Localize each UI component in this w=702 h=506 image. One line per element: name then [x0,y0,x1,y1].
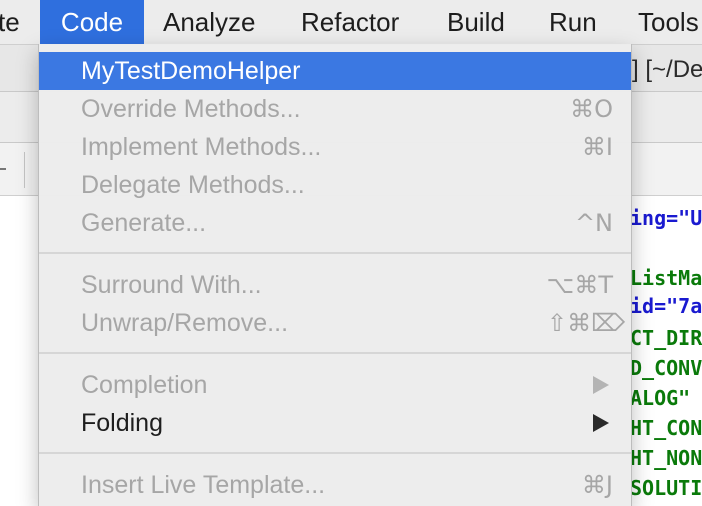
shortcut-label: ^N [574,209,613,237]
menu-item-override-methods[interactable]: Override Methods... ⌘O [39,90,631,128]
code-line: ListMa [630,266,702,290]
menu-item-folding[interactable]: Folding [39,404,631,442]
menu-separator [39,452,631,454]
shortcut-label: ⇧⌘⌦ [546,309,625,337]
code-line: D_CONV [630,356,702,380]
code-line: HT_NON [630,446,702,470]
project-path: ] [~/De [632,56,702,83]
menu-bar: te Code Analyze Refactor Build Run Tools [0,0,702,45]
menu-code[interactable]: Code [40,0,144,44]
menu-item-label: Delegate Methods... [81,171,305,199]
code-line: HT_CON [630,416,702,440]
shortcut-label: ⌥⌘T [546,271,613,299]
menu-item-label: MyTestDemoHelper [81,57,301,85]
code-line: ing="U [630,206,702,230]
submenu-arrow-icon [593,376,609,394]
menu-item-label: Folding [81,409,163,437]
menu-tile[interactable]: te [0,0,32,44]
toolbar-separator [24,152,25,188]
code-line: ALOG" [630,386,691,410]
menu-item-insert-live-template[interactable]: Insert Live Template... ⌘J [39,466,631,504]
menu-item-implement-methods[interactable]: Implement Methods... ⌘I [39,128,631,166]
menu-refactor[interactable]: Refactor [301,0,399,44]
menu-item-unwrap-remove[interactable]: Unwrap/Remove... ⇧⌘⌦ [39,304,631,342]
menu-item-label: Implement Methods... [81,133,322,161]
menu-item-label: Completion [81,371,208,399]
menu-item-completion[interactable]: Completion [39,366,631,404]
menu-item-label: Insert Live Template... [81,471,326,499]
code-line: CT_DIR [630,326,702,350]
shortcut-label: ⌘O [570,95,613,123]
menu-run[interactable]: Run [549,0,597,44]
shortcut-label: ⌘I [581,133,613,161]
code-editor[interactable]: ing="U ListMa id="7a CT_DIR D_CONV ALOG"… [630,196,702,506]
menu-separator [39,352,631,354]
menu-item-delegate-methods[interactable]: Delegate Methods... [39,166,631,204]
menu-separator [39,252,631,254]
minus-icon[interactable] [0,168,6,170]
code-line: SOLUTI [630,476,702,500]
menu-item-label: Generate... [81,209,207,237]
menu-item-label: Surround With... [81,271,262,299]
menu-item-label: Unwrap/Remove... [81,309,289,337]
submenu-arrow-icon [593,414,609,432]
menu-item-mytestdemohelper[interactable]: MyTestDemoHelper [39,52,631,90]
code-menu-dropdown: MyTestDemoHelper Override Methods... ⌘O … [38,44,632,506]
menu-analyze[interactable]: Analyze [163,0,256,44]
code-line: id="7a [630,294,702,318]
menu-item-surround-with[interactable]: Surround With... ⌥⌘T [39,266,631,304]
menu-item-label: Override Methods... [81,95,301,123]
menu-item-generate[interactable]: Generate... ^N [39,204,631,242]
menu-build[interactable]: Build [447,0,505,44]
menu-tools[interactable]: Tools [638,0,699,44]
shortcut-label: ⌘J [581,471,613,499]
